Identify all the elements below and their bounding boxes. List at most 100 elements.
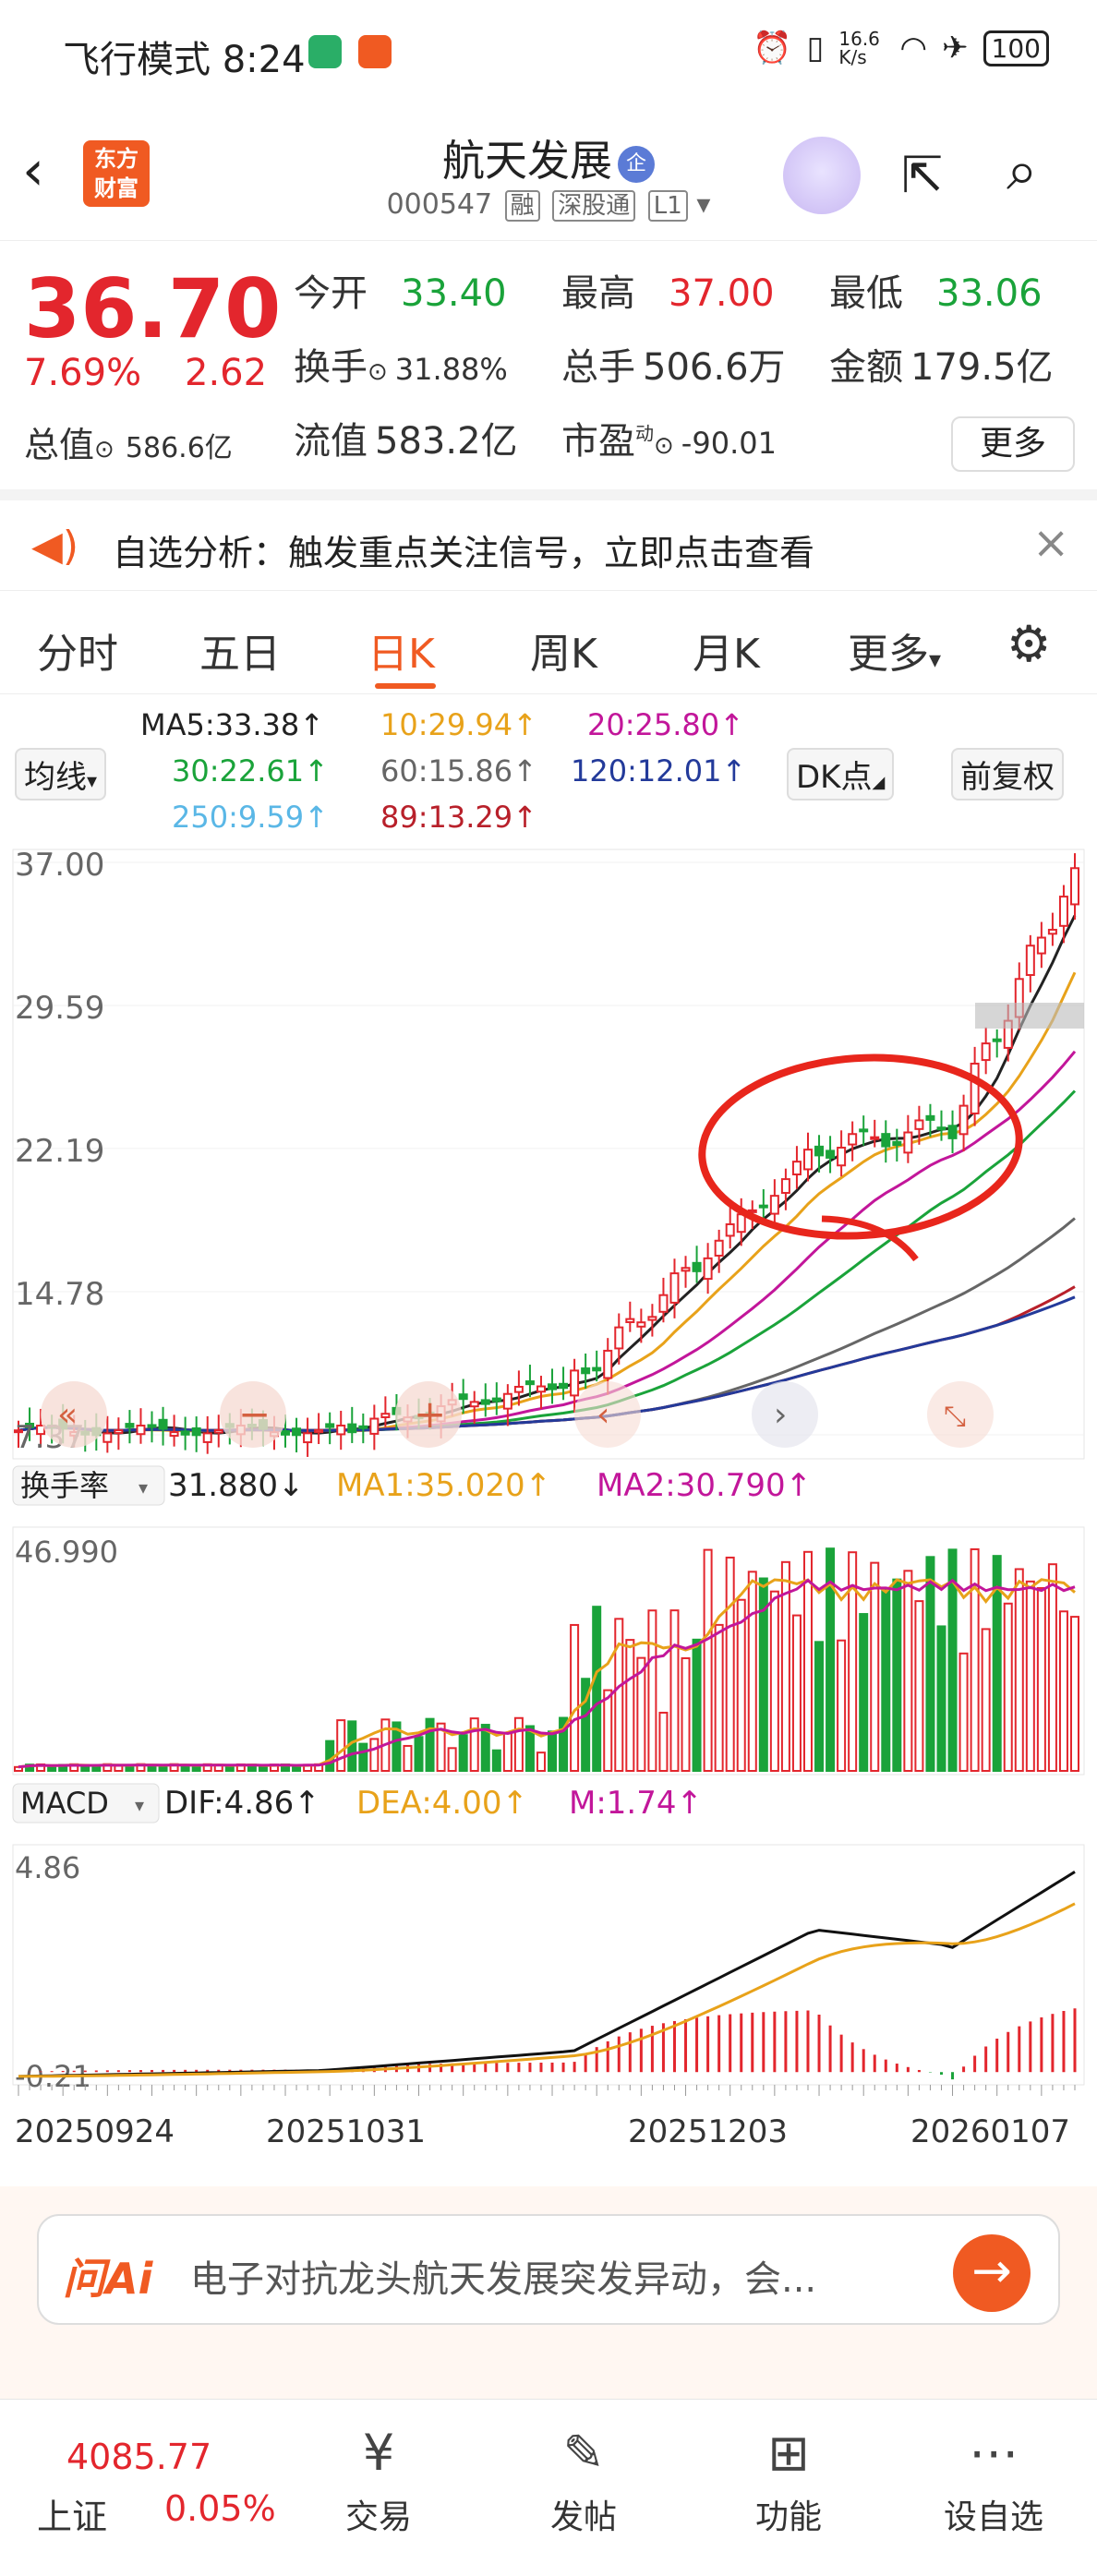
charts[interactable]: 37.0029.5922.1914.787.37 « − + ‹ › ⤡ 换手率… bbox=[0, 842, 1097, 2162]
x-tick-label-3: 20260107 bbox=[910, 2113, 1070, 2150]
close-icon[interactable]: × bbox=[1032, 517, 1069, 569]
tab-daily-k[interactable]: 日K bbox=[368, 620, 435, 680]
candle-body bbox=[970, 1063, 980, 1114]
alert-bar[interactable]: ◀) 自选分析：触发重点关注信号，立即点击查看 × bbox=[0, 489, 1097, 591]
low-value: 33.06 bbox=[936, 272, 1043, 315]
wechat-icon bbox=[308, 35, 342, 68]
turnover-bar bbox=[837, 1639, 847, 1773]
turnover-bar bbox=[80, 1764, 90, 1772]
total-cap-value: 586.6亿 bbox=[125, 432, 233, 464]
turnover-bar bbox=[681, 1656, 691, 1772]
candle-body bbox=[102, 1432, 113, 1443]
candle-body bbox=[1047, 928, 1057, 935]
turnover-bar bbox=[469, 1717, 479, 1772]
tab-weekly-k[interactable]: 周K bbox=[530, 620, 597, 680]
index-percent[interactable]: 0.05% bbox=[164, 2488, 276, 2529]
dk-point-label: DK点 bbox=[796, 759, 873, 796]
turnover-bar bbox=[925, 1556, 935, 1772]
candle-body bbox=[347, 1423, 357, 1434]
candle-body bbox=[303, 1432, 313, 1444]
tab-intraday[interactable]: 分时 bbox=[37, 620, 118, 680]
info-icon[interactable]: ⊙ bbox=[654, 432, 674, 460]
chevron-left-icon: ‹ bbox=[597, 1396, 609, 1434]
turnover-bar bbox=[903, 1570, 913, 1772]
ask-ai-area: 问Ai 电子对抗龙头航天发展突发异动，会... → bbox=[0, 2186, 1097, 2399]
tab-five-day[interactable]: 五日 bbox=[199, 620, 281, 680]
search-icon[interactable]: ⌕ bbox=[1007, 138, 1038, 203]
ask-ai-input[interactable]: 问Ai 电子对抗龙头航天发展突发异动，会... → bbox=[37, 2214, 1060, 2325]
candle-body bbox=[114, 1429, 124, 1435]
x-axis-ticks bbox=[18, 2085, 1076, 2096]
candle-body bbox=[669, 1272, 680, 1304]
index-name[interactable]: 上证 bbox=[37, 2488, 107, 2539]
candle-body bbox=[358, 1425, 368, 1429]
ma5-label: MA5:33.38↑ bbox=[140, 707, 325, 742]
candle-body bbox=[892, 1140, 902, 1147]
turnover-bar bbox=[1014, 1568, 1024, 1772]
candle-body bbox=[859, 1128, 869, 1133]
tab-more[interactable]: 更多▾ bbox=[848, 620, 941, 680]
turnover-bar bbox=[791, 1614, 802, 1773]
kline-y-tick: 37.00 bbox=[15, 847, 104, 884]
pe-cell: 市盈动⊙ -90.01 bbox=[561, 411, 777, 464]
nav-add-watch[interactable]: ⋯ 设自选 bbox=[929, 2416, 1058, 2538]
x-tick-label-2: 20251203 bbox=[628, 2113, 788, 2150]
macd-frame bbox=[12, 1844, 1085, 2086]
speaker-icon: ◀) bbox=[31, 523, 79, 570]
candle-body bbox=[158, 1418, 168, 1430]
candle-body bbox=[1058, 896, 1068, 927]
ma60-label: 60:15.86↑ bbox=[380, 753, 537, 788]
turnover-bar bbox=[647, 1609, 657, 1772]
tab-more-label: 更多 bbox=[848, 631, 929, 678]
tab-monthly-k[interactable]: 月K bbox=[693, 620, 760, 680]
trade-icon: ¥ bbox=[362, 2424, 395, 2482]
index-value[interactable]: 4085.77 bbox=[66, 2437, 211, 2477]
net-speed: 16.6 K/s bbox=[838, 28, 880, 68]
wifi-icon: ◠ bbox=[899, 30, 928, 66]
dk-point-button[interactable]: DK点◢ bbox=[787, 748, 895, 800]
high-value: 37.00 bbox=[669, 272, 775, 315]
turnover-value: 31.88% bbox=[394, 352, 508, 387]
low-label: 最低 bbox=[829, 272, 903, 315]
turnover-ma2: MA2:30.790↑ bbox=[597, 1467, 812, 1504]
kline-grid bbox=[13, 861, 1084, 1436]
info-icon[interactable]: ⊙ bbox=[368, 358, 388, 386]
ma10-line bbox=[18, 971, 1077, 1433]
alert-text[interactable]: 自选分析：触发重点关注信号，立即点击查看 bbox=[113, 524, 814, 575]
turnover-bar bbox=[592, 1606, 602, 1772]
double-left-icon: « bbox=[57, 1396, 78, 1434]
gear-icon[interactable]: ⚙ bbox=[1007, 615, 1051, 673]
candle-body bbox=[380, 1413, 391, 1418]
enterprise-badge: 企 bbox=[618, 145, 655, 183]
turnover-bar bbox=[914, 1600, 924, 1773]
nav-post-label: 发帖 bbox=[549, 2498, 617, 2536]
ma-legend: 均线▾ MA5:33.38↑ 10:29.94↑ 20:25.80↑ 30:22… bbox=[0, 698, 1097, 842]
turnover-ma1: MA1:35.020↑ bbox=[336, 1467, 551, 1504]
ask-ai-prompt[interactable]: 电子对抗龙头航天发展突发异动，会... bbox=[190, 2249, 816, 2303]
nav-post[interactable]: ✎ 发帖 bbox=[519, 2416, 648, 2538]
adjust-button[interactable]: 前复权 bbox=[951, 748, 1064, 800]
quote-panel: 36.70 7.69% 2.62 总值⊙ 586.6亿 今开 33.40 最高 37… bbox=[0, 240, 1097, 488]
change-amount: 2.62 bbox=[185, 352, 268, 394]
amount-cell: 金额 179.5亿 bbox=[829, 337, 1054, 391]
turnover-bar bbox=[814, 1641, 825, 1773]
add-watch-icon: ⋯ bbox=[969, 2424, 1019, 2482]
turnover-bar bbox=[47, 1765, 57, 1772]
tag-margin: 融 bbox=[504, 190, 540, 222]
ma-selector[interactable]: 均线▾ bbox=[15, 748, 107, 800]
turnover-bar bbox=[570, 1623, 580, 1772]
turnover-bar bbox=[1047, 1563, 1057, 1773]
assistant-avatar-icon[interactable] bbox=[783, 137, 861, 214]
notification-app-icon bbox=[358, 35, 392, 68]
nav-apps[interactable]: ⊞ 功能 bbox=[724, 2416, 853, 2538]
candle-body bbox=[213, 1429, 223, 1434]
macd-dif-line bbox=[18, 1871, 1076, 2078]
candle-body bbox=[881, 1133, 891, 1148]
arrow-right-icon[interactable]: → bbox=[953, 2234, 1031, 2312]
info-icon[interactable]: ⊙ bbox=[94, 436, 115, 463]
nav-trade[interactable]: ¥ 交易 bbox=[314, 2416, 443, 2538]
corner-icon: ◢ bbox=[872, 773, 886, 792]
share-icon[interactable]: ⇱ bbox=[901, 146, 943, 204]
volume-value: 506.6万 bbox=[643, 346, 786, 389]
more-button[interactable]: 更多 bbox=[951, 416, 1075, 472]
